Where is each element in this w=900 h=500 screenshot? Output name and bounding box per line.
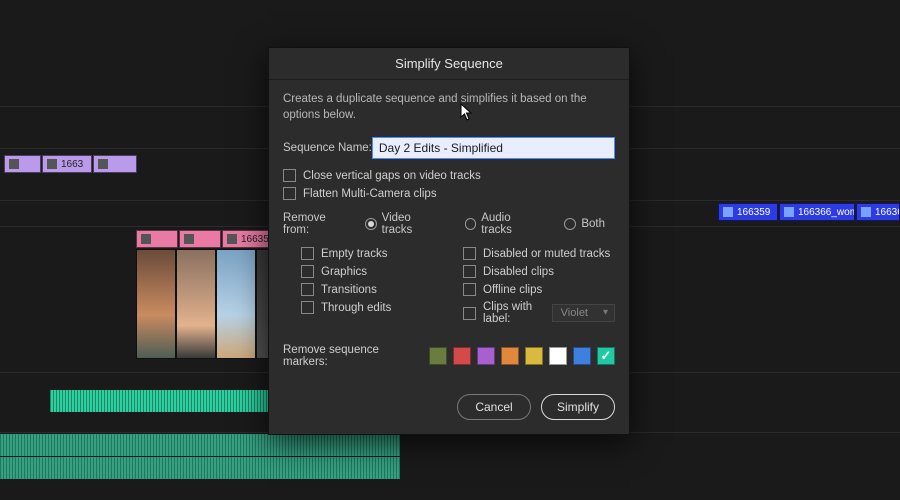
checkbox-label: Graphics [321,266,367,278]
remove-from-label: Remove from: [283,212,353,236]
radio-label: Both [581,218,605,230]
checkbox-label: Offline clips [483,284,542,296]
marker-swatch[interactable] [597,347,615,365]
simplify-sequence-dialog: Simplify Sequence Creates a duplicate se… [268,47,630,435]
marker-swatch[interactable] [453,347,471,365]
checkbox-label: Disabled or muted tracks [483,248,610,260]
transitions-checkbox[interactable]: Transitions [301,283,453,296]
clip-blue-1[interactable]: 166359 [718,203,778,221]
dialog-description: Creates a duplicate sequence and simplif… [283,92,615,123]
marker-swatch[interactable] [525,347,543,365]
audio-clip-2b[interactable] [0,457,400,479]
checkbox-label: Disabled clips [483,266,554,278]
checkbox-label: Through edits [321,302,391,314]
marker-swatch[interactable] [501,347,519,365]
marker-swatch[interactable] [429,347,447,365]
checkbox-label: Close vertical gaps on video tracks [303,170,481,182]
disabled-muted-checkbox[interactable]: Disabled or muted tracks [463,247,615,260]
marker-swatch[interactable] [549,347,567,365]
clip-pink-2[interactable] [179,230,221,248]
flatten-multicam-checkbox[interactable]: Flatten Multi-Camera clips [283,187,615,200]
clip-label: 166366_woma [798,207,855,218]
simplify-button[interactable]: Simplify [541,394,615,420]
graphics-checkbox[interactable]: Graphics [301,265,453,278]
disabled-clips-checkbox[interactable]: Disabled clips [463,265,615,278]
radio-label: Video tracks [382,212,443,236]
marker-color-swatches [429,347,615,365]
clip-label: 166369 [875,207,900,218]
clip-blue-3[interactable]: 166369 [856,203,900,221]
clip-violet-small[interactable] [4,155,41,173]
checkbox-label: Empty tracks [321,248,387,260]
clip-label-select[interactable]: Violet [552,304,615,322]
clips-with-label-checkbox[interactable]: Clips with label: Violet [463,301,615,325]
marker-swatch[interactable] [477,347,495,365]
empty-tracks-checkbox[interactable]: Empty tracks [301,247,453,260]
through-edits-checkbox[interactable]: Through edits [301,301,453,314]
sequence-name-input[interactable] [372,137,615,159]
remove-markers-label: Remove sequence markers: [283,344,419,368]
offline-clips-checkbox[interactable]: Offline clips [463,283,615,296]
radio-label: Audio tracks [481,212,542,236]
clip-label: 166359 [737,207,770,218]
radio-video-tracks[interactable]: Video tracks [365,212,443,236]
radio-audio-tracks[interactable]: Audio tracks [465,212,543,236]
marker-swatch[interactable] [573,347,591,365]
clip-pink-3[interactable]: 166353 [222,230,274,248]
close-vertical-gaps-checkbox[interactable]: Close vertical gaps on video tracks [283,169,615,182]
clip-violet-2[interactable] [93,155,137,173]
clip-pink-1[interactable] [136,230,178,248]
checkbox-label: Transitions [321,284,377,296]
checkbox-label: Flatten Multi-Camera clips [303,188,437,200]
audio-clip-2[interactable]: %20Artist.wav [0,434,400,456]
clip-violet[interactable]: 1663 [42,155,92,173]
clip-blue-2[interactable]: 166366_woma [779,203,855,221]
radio-both[interactable]: Both [564,218,605,230]
sequence-name-label: Sequence Name: [283,142,372,154]
cancel-button[interactable]: Cancel [457,394,531,420]
clip-label: 1663 [61,159,83,170]
checkbox-label: Clips with label: [483,301,546,325]
dialog-title: Simplify Sequence [269,48,629,80]
